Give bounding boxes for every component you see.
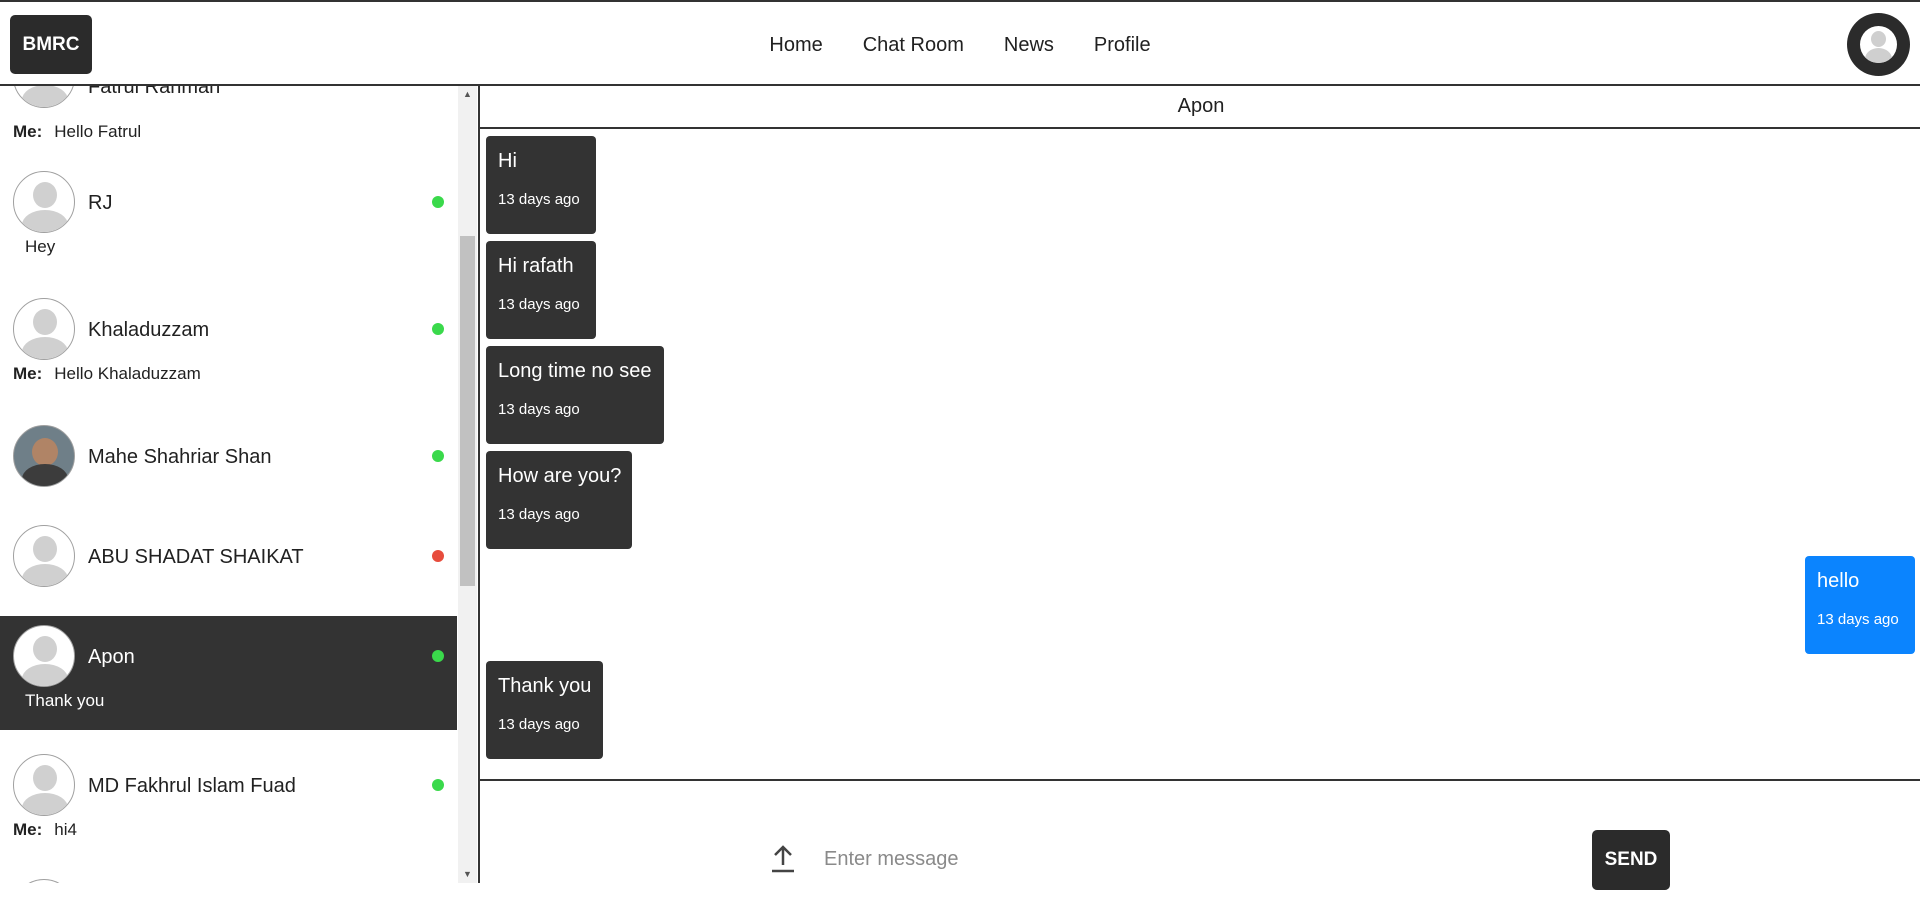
contact-avatar [13,525,75,587]
message-time: 13 days ago [498,296,580,313]
contact-avatar-photo [13,425,75,487]
send-button[interactable]: SEND [1592,830,1670,890]
contact-name: Mahe Shahriar Shan [88,446,272,468]
online-status-dot [432,650,444,662]
contact-preview: Me: Hello Khaladuzzam [13,364,201,383]
chat-header-title: Apon [480,86,1920,129]
message-text: hello [1817,570,1860,592]
scroll-down-arrow-icon[interactable]: ▼ [458,866,477,883]
contact-item[interactable]: MD Fakhrul Islam Fuad Me: hi4 [0,754,457,864]
message-text: Hi rafath [498,255,574,277]
nav-profile-link[interactable]: Profile [1094,34,1151,57]
contact-name: Khaladuzzam [88,319,210,341]
contact-avatar [13,171,75,233]
online-status-dot [432,196,444,208]
offline-status-dot [432,550,444,562]
contact-name: ABU SHADAT SHAIKAT [88,546,304,568]
contact-avatar [13,754,75,816]
contact-preview: Hey [25,237,56,256]
received-message: Hi 13 days ago [486,136,596,234]
nav-chat-room-link[interactable]: Chat Room [863,34,964,57]
user-avatar-button[interactable] [1847,13,1910,76]
message-time: 13 days ago [498,506,580,523]
contact-name: RJ [88,192,113,214]
contact-item[interactable] [0,879,457,883]
contact-preview: Thank you [25,691,105,710]
contact-item[interactable]: Khaladuzzam Me: Hello Khaladuzzam [0,298,457,408]
contact-item[interactable]: RJ Hey [0,171,457,281]
chat-panel: Apon Hi 13 days ago Hi rafath 13 days ag… [478,86,1920,890]
online-status-dot [432,779,444,791]
message-text: Long time no see [498,360,652,382]
contact-name: Apon [88,646,135,668]
received-message: How are you? 13 days ago [486,451,632,549]
scrollbar-thumb[interactable] [460,236,475,586]
received-message: Hi rafath 13 days ago [486,241,596,339]
top-navbar: BMRC Home Chat Room News Profile [0,0,1920,86]
contact-item-active[interactable]: Apon Thank you [0,616,457,730]
contact-preview: Me: hi4 [13,820,77,839]
upload-icon[interactable] [770,845,796,873]
online-status-dot [432,323,444,335]
contact-name: Fatrul Rahman [88,86,221,98]
contact-list-scrollbar[interactable]: ▲ ▼ [458,86,477,883]
nav-news-link[interactable]: News [1004,34,1054,57]
contact-avatar [13,86,75,108]
received-message: Thank you 13 days ago [486,661,603,759]
contact-name: MD Fakhrul Islam Fuad [88,775,296,797]
sent-message: hello 13 days ago [1805,556,1915,654]
contact-item[interactable]: ABU SHADAT SHAIKAT [0,525,457,605]
contact-list: Fatrul Rahman Me: Hello Fatrul RJ Hey Kha… [0,86,458,883]
contact-preview: Me: Hello Fatrul [13,122,142,141]
received-message: Long time no see 13 days ago [486,346,664,444]
message-time: 13 days ago [498,401,580,418]
nav-links: Home Chat Room News Profile [0,34,1920,57]
user-avatar-icon [1860,26,1897,63]
message-time: 13 days ago [1817,611,1899,628]
message-text: Thank you [498,675,592,697]
contact-avatar [13,879,75,883]
online-status-dot [432,450,444,462]
message-input[interactable] [824,841,1524,877]
nav-home-link[interactable]: Home [769,34,822,57]
message-time: 13 days ago [498,191,580,208]
scroll-up-arrow-icon[interactable]: ▲ [458,86,477,103]
message-time: 13 days ago [498,716,580,733]
contact-avatar [13,625,75,687]
contact-item[interactable]: Mahe Shahriar Shan [0,425,457,505]
message-text: Hi [498,150,517,172]
contact-avatar [13,298,75,360]
message-text: How are you? [498,465,622,487]
message-composer: SEND [480,779,1920,890]
contact-item[interactable]: Fatrul Rahman Me: Hello Fatrul [0,86,457,146]
